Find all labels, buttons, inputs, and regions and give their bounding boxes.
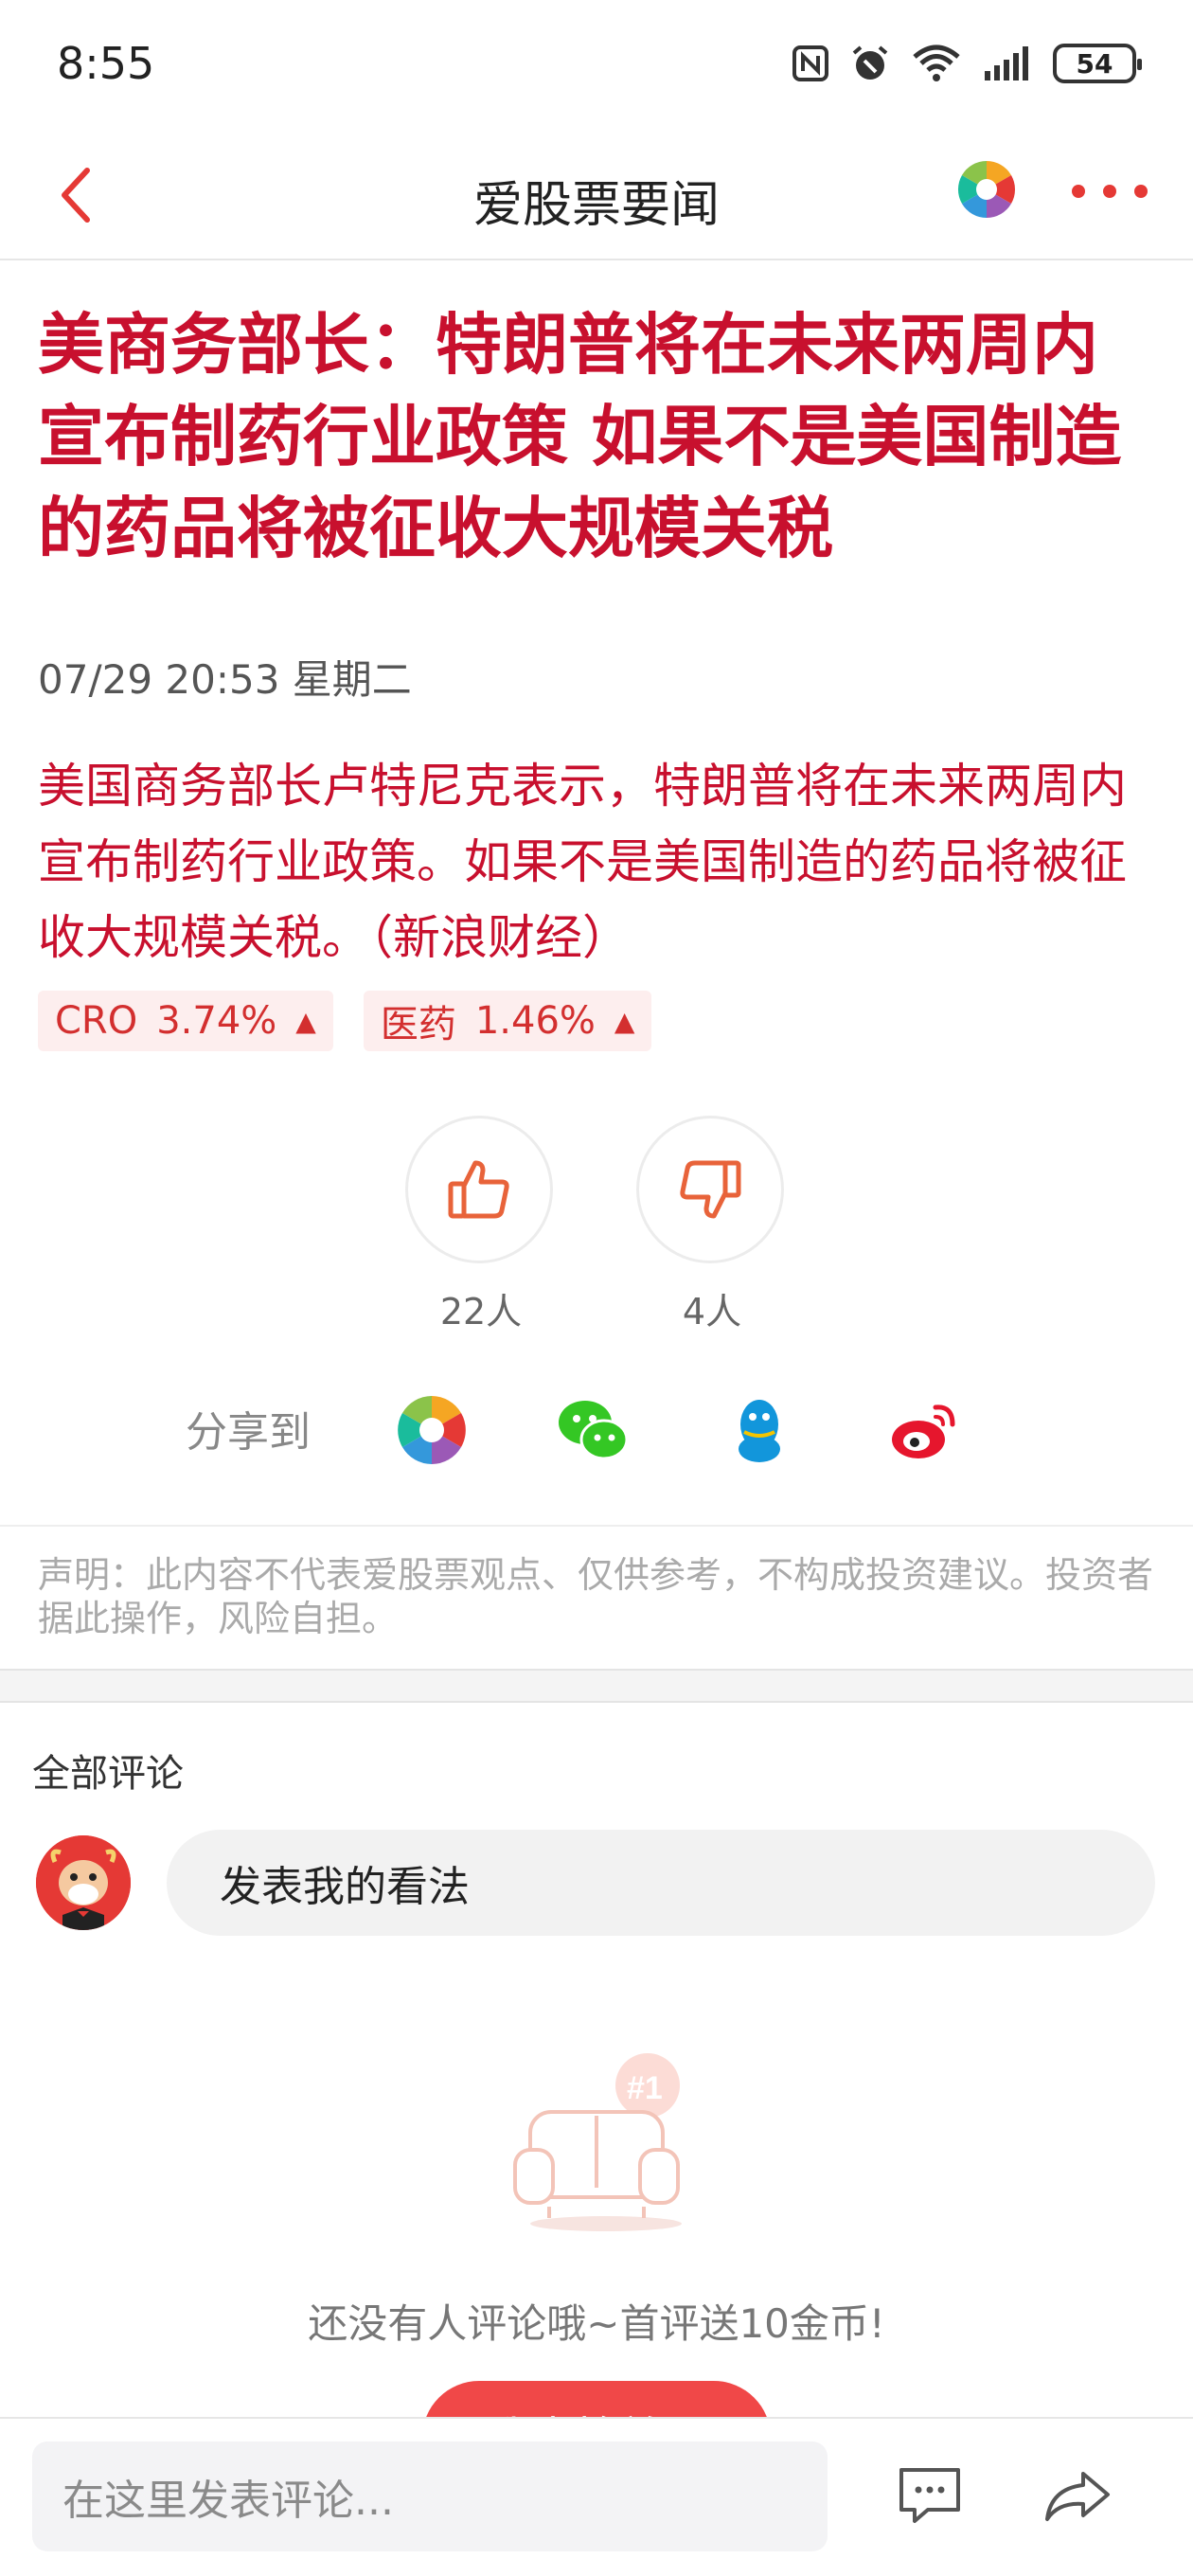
dislike-button[interactable] <box>636 1116 784 1263</box>
up-arrow-icon: ▲ <box>614 1005 635 1037</box>
share-label: 分享到 <box>186 1408 311 1457</box>
thumbs-down-icon <box>680 1160 741 1219</box>
article-datetime: 07/29 20:53 星期二 <box>38 656 412 703</box>
bull-avatar-icon <box>36 1835 131 1930</box>
comment-icon[interactable] <box>896 2464 964 2527</box>
divider <box>0 1525 1193 1527</box>
tag-name: 医药 <box>380 1003 456 1046</box>
like-count: 22人 <box>439 1291 523 1333</box>
tag-change: 1.46% <box>474 999 596 1043</box>
empty-badge: #1 <box>627 2070 663 2106</box>
tag-change: 3.74% <box>156 999 277 1043</box>
comments-title: 全部评论 <box>32 1752 184 1796</box>
status-time: 8:55 <box>57 38 155 89</box>
dot <box>1072 185 1085 198</box>
signal-icon <box>985 46 1028 80</box>
stock-tags: CRO 3.74% ▲ 医药 1.46% ▲ <box>38 991 652 1051</box>
empty-sofa-icon: #1 <box>513 2053 682 2231</box>
app-logo-icon[interactable] <box>956 159 1017 220</box>
bottom-bar: 在这里发表评论... <box>0 2417 1193 2576</box>
wifi-icon <box>913 45 960 81</box>
status-bar: 8:55 54 <box>0 0 1193 133</box>
alarm-icon <box>852 45 888 80</box>
stock-tag-cro[interactable]: CRO 3.74% ▲ <box>38 991 333 1051</box>
weibo-icon[interactable] <box>886 1392 962 1468</box>
dot <box>1134 185 1148 198</box>
tag-name: CRO <box>55 999 138 1043</box>
comment-input[interactable]: 发表我的看法 <box>167 1830 1155 1936</box>
wechat-icon[interactable] <box>555 1392 631 1468</box>
article-headline: 美商务部长：特朗普将在未来两周内宣布制药行业政策 如果不是美国制造的药品将被征收… <box>38 306 1122 567</box>
bottom-comment-input[interactable]: 在这里发表评论... <box>32 2442 828 2551</box>
dislike-count: 4人 <box>682 1291 742 1333</box>
disclaimer-text: 声明：此内容不代表爱股票观点、仅供参考，不构成投资建议。投资者据此操作，风险自担… <box>38 1554 1154 1639</box>
nav-bar: 爱股票要闻 <box>0 133 1193 260</box>
qq-icon[interactable] <box>721 1392 797 1468</box>
dot <box>1103 185 1116 198</box>
empty-comments-text: 还没有人评论哦~首评送10金币! <box>308 2300 885 2347</box>
up-arrow-icon: ▲ <box>295 1005 316 1037</box>
app-logo-icon[interactable] <box>394 1392 470 1468</box>
more-dots-icon[interactable] <box>1072 172 1148 210</box>
battery-icon: 54 <box>1053 44 1142 83</box>
nfc-icon <box>792 45 828 81</box>
section-divider <box>0 1669 1193 1703</box>
like-button[interactable] <box>405 1116 553 1263</box>
stock-tag-pharma[interactable]: 医药 1.46% ▲ <box>363 991 652 1051</box>
share-arrow-icon[interactable] <box>1043 2468 1112 2525</box>
dislike-vote: 4人 <box>636 1116 788 1334</box>
status-icons: 54 <box>792 44 1142 83</box>
like-vote: 22人 <box>405 1116 557 1334</box>
thumbs-up-icon <box>448 1160 509 1219</box>
avatar <box>36 1835 131 1930</box>
article-summary: 美国商务部长卢特尼克表示，特朗普将在未来两周内宣布制药行业政策。如果不是美国制造… <box>38 759 1127 965</box>
